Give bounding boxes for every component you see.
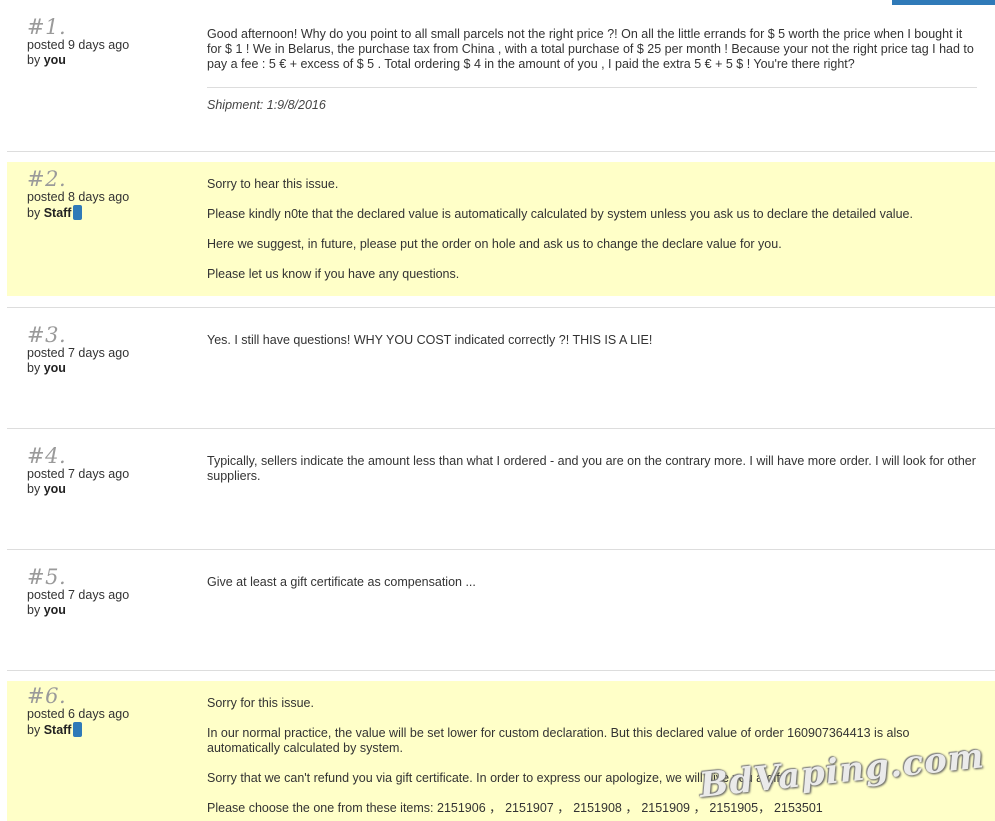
post-separator (7, 307, 995, 308)
post-separator (7, 670, 995, 671)
post-separator (7, 151, 995, 152)
post-body: Sorry to hear this issue. Please kindly … (207, 177, 977, 282)
post-number: #5. (27, 565, 67, 589)
by-label: by (27, 482, 41, 496)
post-paragraph: Yes. I still have questions! WHY YOU COS… (207, 333, 653, 347)
post-time: posted 7 days ago (27, 467, 130, 481)
post-paragraph: Sorry to hear this issue. (207, 177, 339, 191)
post-3: #3. posted 7 days ago by you Yes. I stil… (7, 318, 995, 428)
post-time: posted 6 days ago (27, 707, 130, 721)
post-time: posted 7 days ago (27, 588, 130, 602)
post-author: you (43, 603, 66, 617)
by-label: by (27, 361, 41, 375)
by-label: by (27, 53, 41, 67)
post-body: Good afternoon! Why do you point to all … (207, 27, 977, 113)
post-1: #1. posted 9 days ago by you Good aftern… (7, 12, 995, 150)
post-paragraph: Please choose the one from these items: … (207, 801, 823, 815)
post-author: you (43, 482, 66, 496)
post-number: #4. (27, 444, 67, 468)
post-separator (7, 428, 995, 429)
post-author: Staff (43, 206, 72, 220)
post-paragraph: Sorry for this issue. (207, 696, 314, 710)
post-paragraph: In our normal practice, the value will b… (207, 726, 910, 755)
post-separator (7, 549, 995, 550)
post-body: Typically, sellers indicate the amount l… (207, 454, 977, 484)
post-author-line: by you (27, 482, 197, 497)
body-divider (207, 87, 977, 88)
post-number: #2. (27, 167, 67, 191)
shipment-info: Shipment: 1:9/8/2016 (207, 98, 326, 112)
post-meta: #5. posted 7 days ago by you (27, 566, 197, 618)
post-time: posted 9 days ago (27, 38, 130, 52)
post-paragraph: Please let us know if you have any quest… (207, 267, 460, 281)
post-2: #2. posted 8 days ago by Staff Sorry to … (7, 162, 995, 296)
post-paragraph: Please kindly n0te that the declared val… (207, 207, 913, 221)
post-author-line: by Staff (27, 205, 197, 221)
post-6: #6. posted 6 days ago by Staff Sorry for… (7, 681, 995, 821)
top-action-button[interactable] (892, 0, 995, 5)
post-paragraph: Good afternoon! Why do you point to all … (207, 27, 974, 71)
post-paragraph: Give at least a gift certificate as comp… (207, 575, 476, 589)
post-number: #1. (27, 15, 67, 39)
post-author-line: by you (27, 603, 197, 618)
post-4: #4. posted 7 days ago by you Typically, … (7, 439, 995, 549)
post-paragraph: Here we suggest, in future, please put t… (207, 237, 782, 251)
post-author-line: by you (27, 361, 197, 376)
post-meta: #2. posted 8 days ago by Staff (27, 168, 197, 221)
post-meta: #3. posted 7 days ago by you (27, 324, 197, 376)
post-time: posted 7 days ago (27, 346, 130, 360)
by-label: by (27, 603, 41, 617)
post-author-line: by you (27, 53, 197, 68)
post-number: #3. (27, 323, 67, 347)
post-time: posted 8 days ago (27, 190, 130, 204)
post-author: you (43, 53, 66, 67)
post-paragraph: Typically, sellers indicate the amount l… (207, 454, 976, 483)
post-body: Sorry for this issue. In our normal prac… (207, 696, 977, 816)
post-5: #5. posted 7 days ago by you Give at lea… (7, 560, 995, 670)
staff-badge-icon (73, 722, 83, 737)
post-author: Staff (43, 723, 72, 737)
post-meta: #4. posted 7 days ago by you (27, 445, 197, 497)
by-label: by (27, 206, 41, 220)
by-label: by (27, 723, 41, 737)
ticket-thread: #1. posted 9 days ago by you Good aftern… (0, 0, 995, 821)
post-author-line: by Staff (27, 722, 197, 738)
post-number: #6. (27, 684, 67, 708)
post-meta: #6. posted 6 days ago by Staff (27, 685, 197, 738)
post-meta: #1. posted 9 days ago by you (27, 16, 197, 68)
staff-badge-icon (73, 205, 83, 220)
post-author: you (43, 361, 66, 375)
post-body: Yes. I still have questions! WHY YOU COS… (207, 333, 977, 348)
post-paragraph: Sorry that we can't refund you via gift … (207, 771, 787, 785)
post-body: Give at least a gift certificate as comp… (207, 575, 977, 590)
